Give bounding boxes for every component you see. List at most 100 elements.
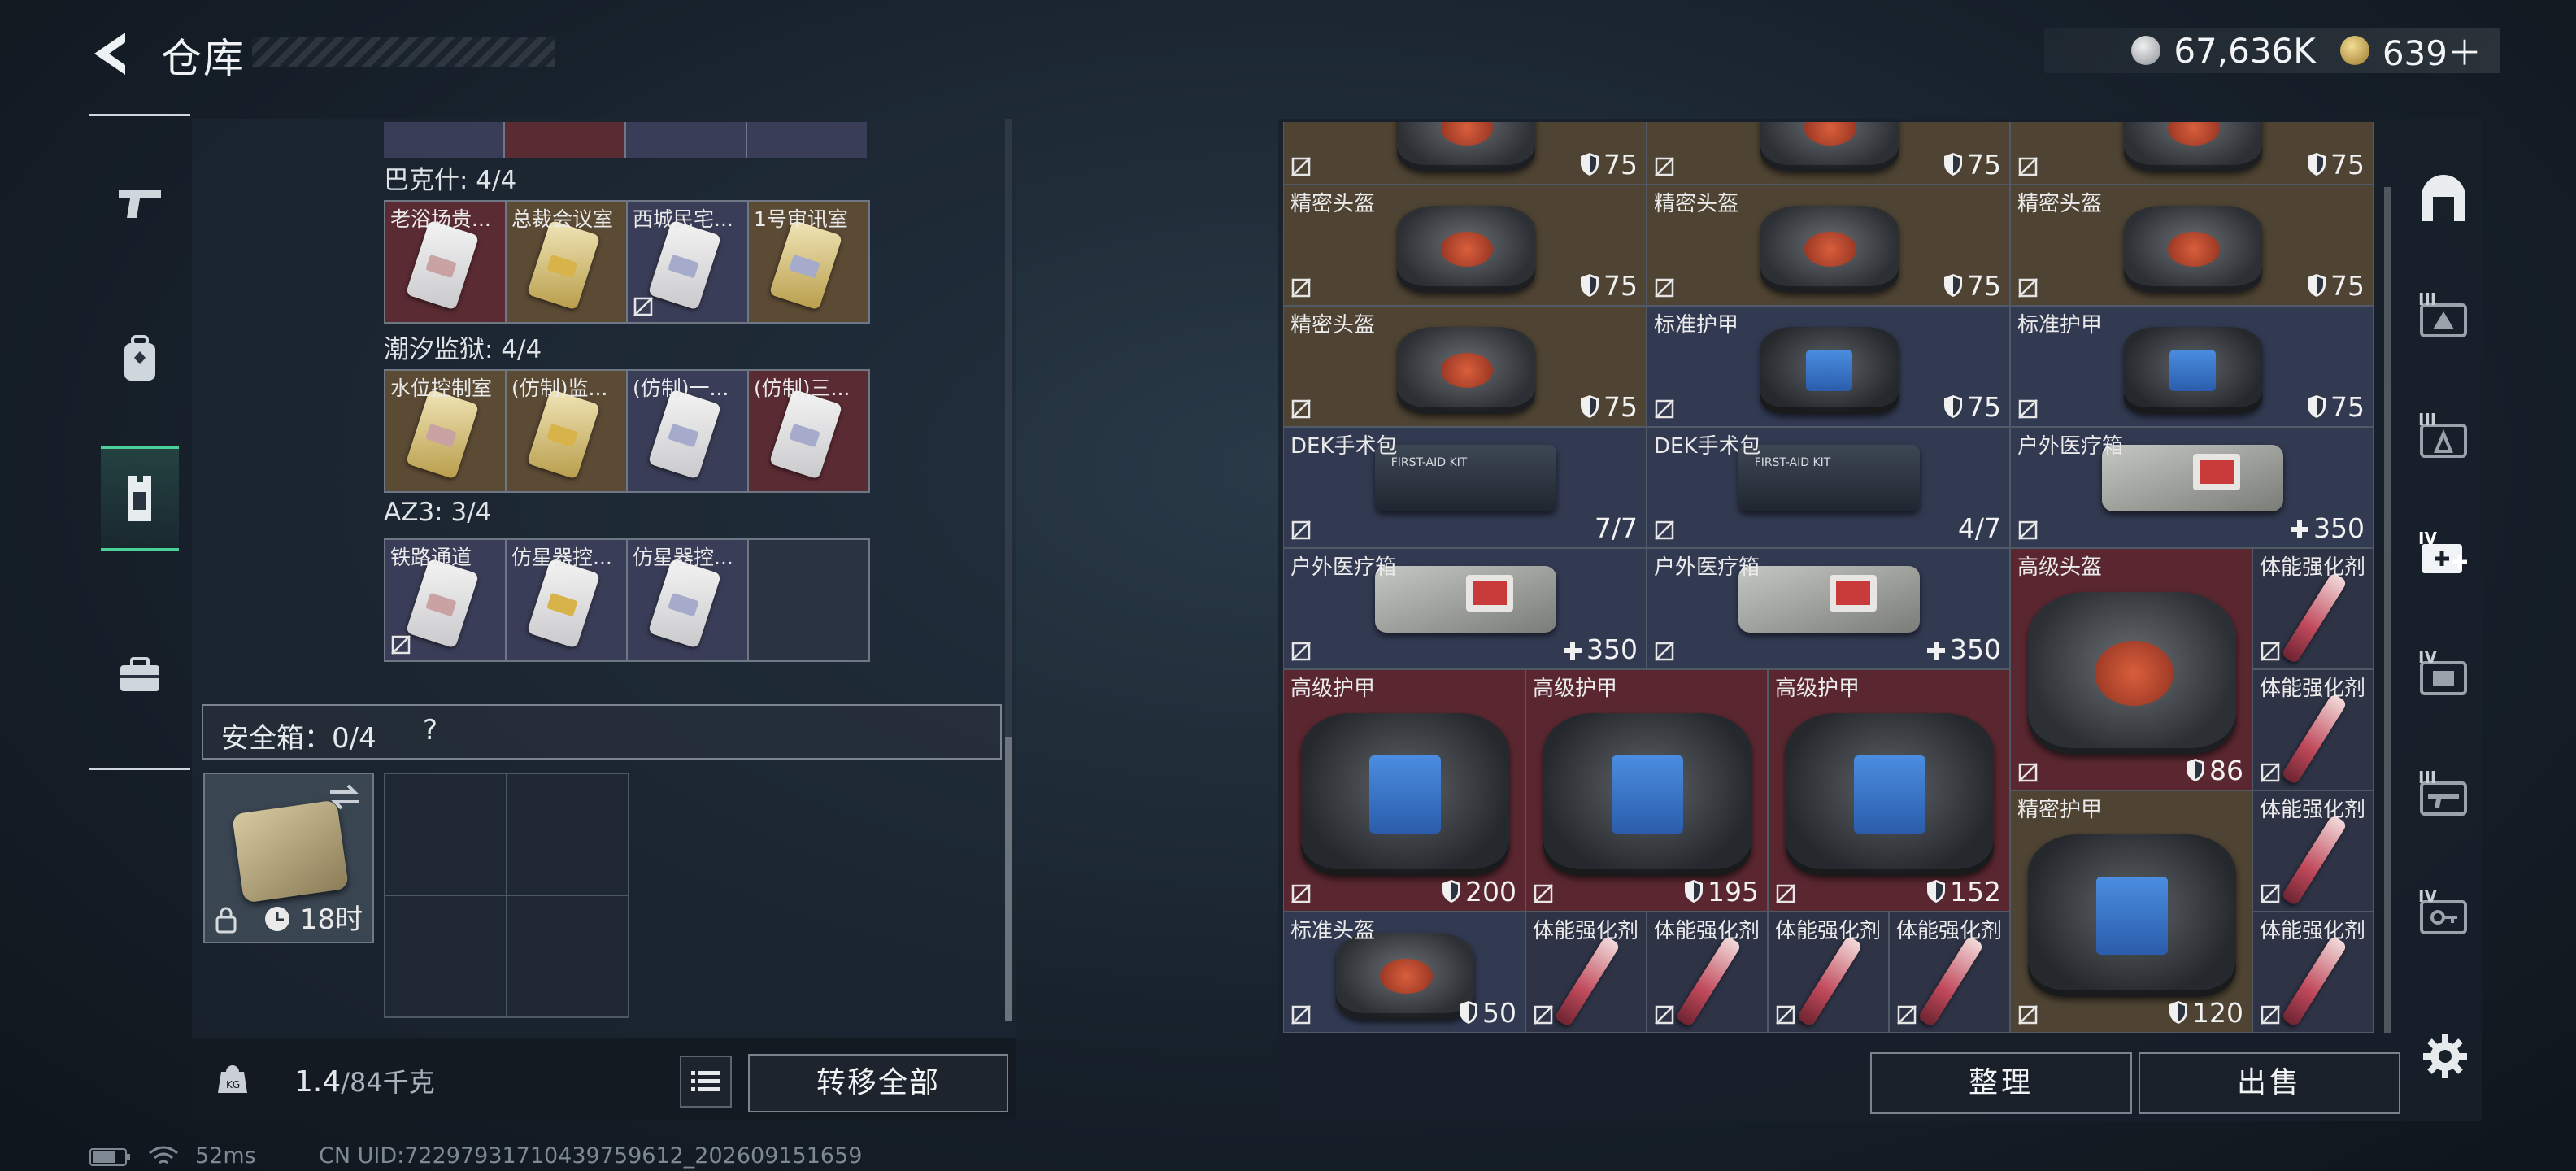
outdoor-item[interactable]: 户外医疗箱 350: [2010, 427, 2374, 548]
filter-keys[interactable]: IV: [2407, 870, 2480, 960]
helmet-item[interactable]: 75: [1283, 122, 1647, 185]
helmet-item[interactable]: 75: [1647, 122, 2010, 185]
armor-item[interactable]: 高级护甲 195: [1525, 669, 1768, 912]
help-button[interactable]: ?: [423, 714, 437, 747]
key-card-item[interactable]: 西城民宅...: [628, 202, 747, 322]
stash-scrollbar[interactable]: [2384, 187, 2391, 1033]
key-slot[interactable]: [384, 122, 503, 158]
key-card-item[interactable]: 1号审讯室: [749, 202, 868, 322]
armor-item[interactable]: 高级护甲 152: [1768, 669, 2010, 912]
item-stat-value: 200: [1441, 876, 1516, 908]
gold-currency-value[interactable]: 639＋: [2382, 26, 2482, 76]
item-value-text: 86: [2209, 755, 2243, 786]
key-card-item[interactable]: (仿制)一...: [628, 371, 747, 491]
item-value-text: 75: [1603, 270, 1638, 302]
key-card-item[interactable]: 总裁会议室: [507, 202, 626, 322]
page-title: 仓库: [161, 35, 246, 82]
settings-button[interactable]: [2420, 1031, 2470, 1082]
durability-shield-icon: [1944, 153, 1962, 176]
filter-ammo[interactable]: IV: [2407, 631, 2480, 720]
sell-button[interactable]: 出售: [2139, 1052, 2400, 1114]
medkit-item[interactable]: DEK手术包 4/7: [1647, 427, 2010, 548]
syringe-image: [1674, 934, 1742, 1028]
armor-image: [2123, 326, 2262, 415]
syringe-item[interactable]: 体能强化剂: [1889, 912, 2010, 1033]
safebox-case-item[interactable]: 18时: [203, 773, 374, 943]
back-button[interactable]: [88, 29, 137, 78]
helmet-image: [1396, 122, 1535, 172]
sidebar-item-weapons[interactable]: [101, 155, 179, 252]
key-label: 仿星器控...: [511, 546, 612, 569]
key-card-item[interactable]: 老浴场贵...: [385, 202, 505, 322]
durability-shield-icon: [1581, 274, 1599, 297]
armor-image: [2027, 834, 2237, 997]
helmet-item[interactable]: 精密头盔 75: [2010, 185, 2374, 306]
list-view-button[interactable]: [680, 1056, 732, 1108]
empty-key-slot[interactable]: [749, 540, 868, 660]
helmet-image: [2027, 592, 2237, 755]
armor-item[interactable]: 标准护甲 75: [1647, 306, 2010, 427]
key-card-item[interactable]: 铁路通道: [385, 540, 505, 660]
helmet-image: [1760, 205, 1899, 294]
key-card-item[interactable]: 水位控制室: [385, 371, 505, 491]
helmet-item[interactable]: 精密头盔 75: [1283, 306, 1647, 427]
filter-helmets[interactable]: III: [2407, 273, 2480, 363]
armor-item[interactable]: 高级护甲 200: [1283, 669, 1525, 912]
filter-weapons[interactable]: III: [2407, 751, 2480, 841]
left-panel-scrollbar[interactable]: [1005, 119, 1012, 1021]
sort-button[interactable]: 整理: [1870, 1052, 2132, 1114]
syringe-image: [2280, 934, 2348, 1028]
helmet-item[interactable]: 精密头盔 75: [1647, 185, 2010, 306]
helmet-item[interactable]: 标准头盔 50: [1283, 912, 1525, 1033]
item-name: DEK手术包: [1290, 434, 1398, 459]
item-name: 精密头盔: [1654, 192, 1739, 216]
max-weight: /84千克: [341, 1067, 435, 1098]
syringe-item[interactable]: 体能强化剂: [1647, 912, 1768, 1033]
armor-item[interactable]: 精密护甲 120: [2010, 790, 2252, 1033]
filter-all[interactable]: [2407, 155, 2480, 244]
filter-medical[interactable]: IV: [2407, 512, 2480, 602]
key-card-item[interactable]: (仿制)监...: [507, 371, 626, 491]
transfer-all-button[interactable]: 转移全部: [748, 1054, 1008, 1112]
armor-item[interactable]: 标准护甲 75: [2010, 306, 2374, 427]
back-arrow-icon: [94, 33, 125, 75]
syringe-item[interactable]: 体能强化剂: [1525, 912, 1647, 1033]
helmet-image: [1396, 205, 1535, 294]
outdoor-image: [2101, 444, 2284, 511]
key-slot[interactable]: [626, 122, 746, 158]
safebox-slot[interactable]: [507, 896, 628, 1016]
title-decoration: [252, 37, 555, 67]
key-slot[interactable]: [505, 122, 624, 158]
helmet-item[interactable]: 高级头盔 86: [2010, 548, 2252, 790]
syringe-item[interactable]: 体能强化剂: [1768, 912, 1889, 1033]
key-grid: 铁路通道 仿星器控... 仿星器控...: [384, 538, 870, 662]
safebox-slot[interactable]: [385, 774, 506, 895]
syringe-item[interactable]: 体能强化剂: [2252, 669, 2374, 790]
safebox-slot[interactable]: [385, 896, 506, 1016]
key-card-item[interactable]: (仿制)三...: [749, 371, 868, 491]
uid-text: CN UID:72297931710439759612_202609151659: [319, 1143, 863, 1169]
swap-icon[interactable]: [327, 782, 363, 812]
outdoor-item[interactable]: 户外医疗箱 350: [1647, 548, 2010, 669]
syringe-item[interactable]: 体能强化剂: [2252, 912, 2374, 1033]
item-name: 户外医疗箱: [1654, 555, 1760, 580]
no-bind-icon: [1655, 399, 1674, 419]
sidebar-item-backpack[interactable]: [101, 311, 179, 408]
key-card-item[interactable]: 仿星器控...: [507, 540, 626, 660]
sidebar-item-briefcase[interactable]: [101, 626, 179, 724]
safebox-slot[interactable]: [507, 774, 628, 895]
key-label: 铁路通道: [390, 546, 472, 569]
filter-armor[interactable]: III: [2407, 394, 2480, 483]
medkit-item[interactable]: DEK手术包 7/7: [1283, 427, 1647, 548]
syringe-item[interactable]: 体能强化剂: [2252, 790, 2374, 912]
sidebar-item-gear[interactable]: [101, 446, 179, 551]
helmet-item[interactable]: 75: [2010, 122, 2374, 185]
no-bind-icon: [633, 297, 653, 316]
key-card-item[interactable]: 仿星器控...: [628, 540, 747, 660]
no-bind-icon: [391, 635, 411, 655]
helmet-item[interactable]: 精密头盔 75: [1283, 185, 1647, 306]
syringe-item[interactable]: 体能强化剂: [2252, 548, 2374, 669]
key-slot[interactable]: [747, 122, 867, 158]
item-name: DEK手术包: [1654, 434, 1761, 459]
outdoor-item[interactable]: 户外医疗箱 350: [1283, 548, 1647, 669]
